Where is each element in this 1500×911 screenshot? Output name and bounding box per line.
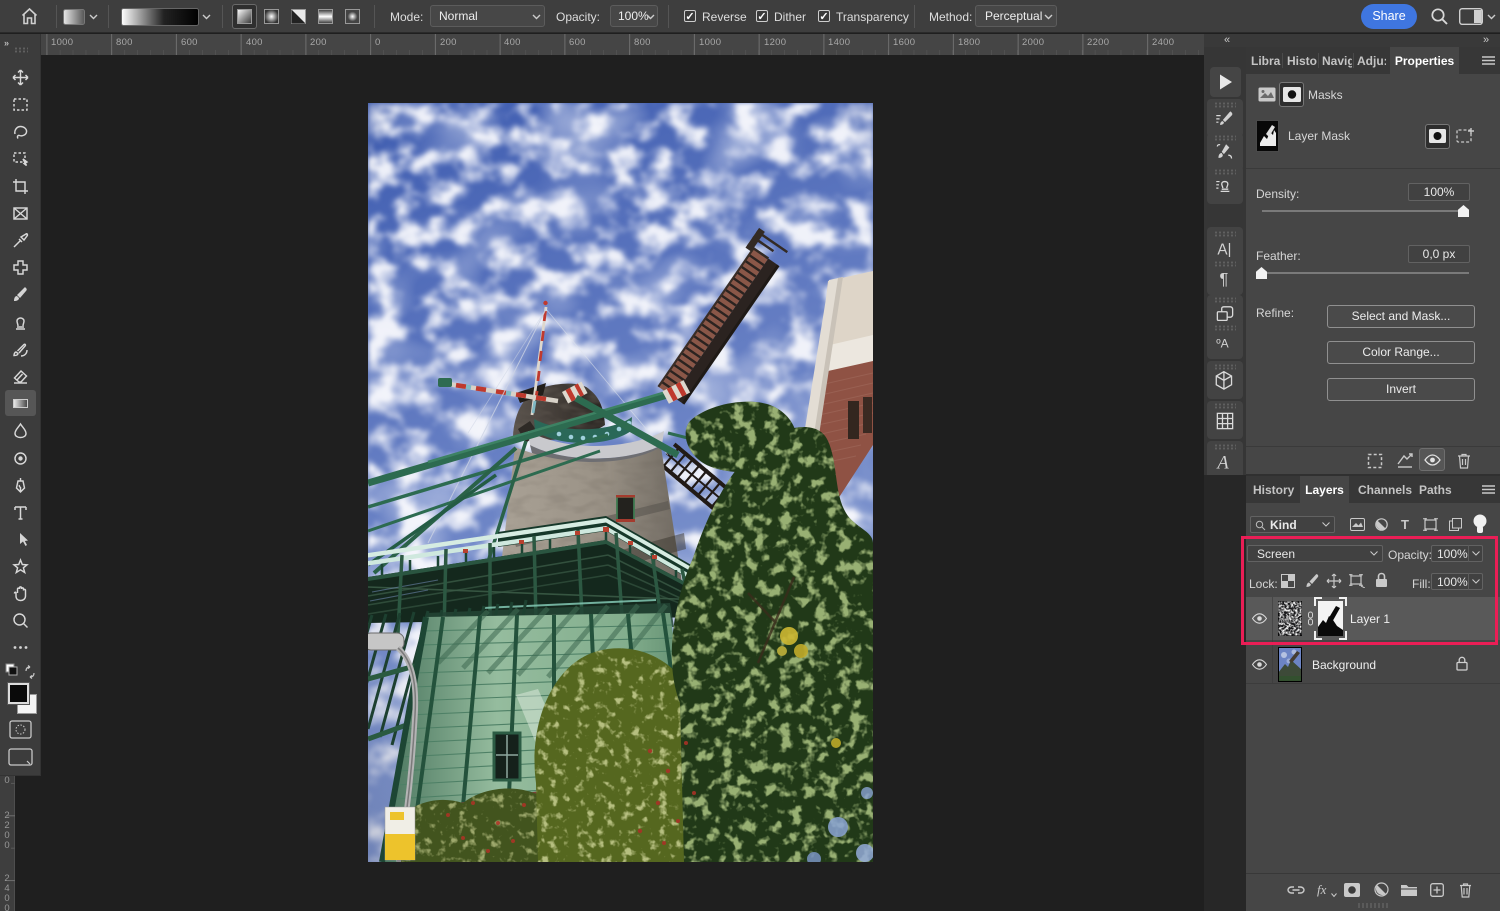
svg-text:ºA: ºA [1216, 336, 1228, 350]
svg-text:A: A [1215, 453, 1229, 474]
svg-text:A|: A| [1217, 241, 1231, 258]
svg-text:¶: ¶ [1220, 270, 1229, 288]
